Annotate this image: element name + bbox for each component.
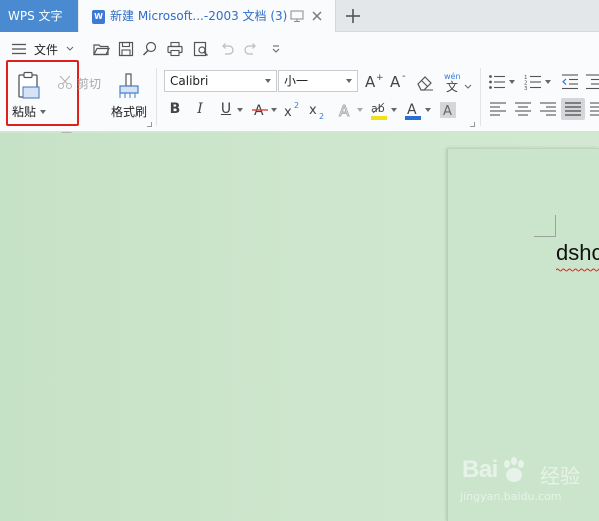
- underline-button[interactable]: U: [216, 99, 236, 119]
- font-size-select[interactable]: 小一: [278, 70, 358, 92]
- word-document-icon: W: [92, 10, 105, 24]
- tab-bar: WPS 文字 W 新建 Microsoft...-2003 文档 (3): [0, 0, 599, 32]
- align-right-icon[interactable]: [539, 101, 557, 117]
- font-name-select[interactable]: Calibri: [164, 70, 277, 92]
- justify-icon: [565, 102, 581, 116]
- paste-label[interactable]: 粘贴: [12, 103, 36, 120]
- strikethrough-icon[interactable]: A: [251, 100, 271, 120]
- monitor-icon[interactable]: [290, 10, 304, 22]
- svg-text:-: -: [402, 72, 406, 82]
- phonetic-guide-icon[interactable]: wén 文: [443, 71, 473, 93]
- ribbon-separator: [156, 68, 157, 126]
- find-icon[interactable]: [141, 40, 159, 58]
- redo-icon[interactable]: [242, 40, 260, 58]
- font-group-expander[interactable]: [470, 122, 475, 127]
- customize-quick-access-icon[interactable]: [267, 40, 285, 58]
- undo-icon[interactable]: [218, 40, 236, 58]
- format-painter-label[interactable]: 格式刷: [111, 103, 147, 120]
- font-color-icon[interactable]: A: [404, 99, 422, 121]
- spellcheck-underline: [556, 268, 599, 272]
- paste-clipboard-icon[interactable]: [14, 70, 42, 100]
- numbered-list-dropdown-arrow-icon[interactable]: [545, 80, 551, 84]
- save-icon[interactable]: [117, 40, 135, 58]
- highlight-dropdown-arrow-icon[interactable]: [391, 108, 397, 112]
- svg-text:A: A: [254, 103, 264, 119]
- svg-text:3: 3: [524, 86, 528, 91]
- align-center-icon[interactable]: [514, 101, 532, 117]
- decrease-indent-icon[interactable]: [561, 73, 579, 91]
- svg-text:A: A: [365, 73, 376, 90]
- cut-label[interactable]: 剪切: [77, 75, 101, 92]
- decrease-font-size-icon[interactable]: A -: [389, 72, 409, 90]
- font-name-value: Calibri: [170, 74, 209, 88]
- align-left-icon[interactable]: [489, 101, 507, 117]
- increase-indent-icon[interactable]: [585, 73, 599, 91]
- close-tab-icon[interactable]: [309, 8, 325, 24]
- file-menu-button[interactable]: 文件: [12, 39, 74, 59]
- superscript-icon[interactable]: x 2: [283, 100, 303, 120]
- underline-dropdown-arrow-icon[interactable]: [237, 108, 243, 112]
- bullet-list-dropdown-arrow-icon[interactable]: [509, 80, 515, 84]
- svg-text:x: x: [284, 105, 292, 120]
- svg-text:2: 2: [294, 101, 299, 110]
- open-folder-icon[interactable]: [92, 40, 110, 58]
- font-color-dropdown-arrow-icon[interactable]: [425, 108, 431, 112]
- watermark-url: jingyan.baidu.com: [460, 490, 562, 503]
- subscript-icon[interactable]: x 2: [308, 100, 328, 120]
- svg-text:A: A: [339, 102, 350, 120]
- baidu-jingyan-watermark: Bai 经验 jingyan.baidu.com: [440, 452, 590, 512]
- print-preview-icon[interactable]: [192, 40, 210, 58]
- watermark-brand: Bai: [462, 456, 498, 483]
- file-menu-label: 文件: [34, 42, 59, 57]
- svg-text:A: A: [443, 104, 452, 119]
- hamburger-menu-icon: [12, 43, 26, 55]
- new-tab-plus-icon[interactable]: [343, 6, 363, 26]
- strikethrough-dropdown-arrow-icon[interactable]: [271, 108, 277, 112]
- paw-logo-icon: [504, 457, 524, 482]
- character-shading-icon[interactable]: A: [438, 100, 458, 120]
- paste-dropdown-arrow-icon[interactable]: [40, 110, 46, 114]
- document-tab[interactable]: W 新建 Microsoft...-2003 文档 (3): [79, 0, 336, 32]
- chevron-down-icon: [346, 79, 352, 83]
- document-body-text[interactable]: dshc: [556, 240, 599, 266]
- italic-button[interactable]: I: [191, 99, 209, 119]
- svg-text:2: 2: [319, 112, 324, 120]
- document-tab-title: 新建 Microsoft...-2003 文档 (3): [110, 9, 288, 23]
- svg-text:文: 文: [446, 79, 458, 93]
- svg-text:A: A: [407, 102, 417, 118]
- increase-font-size-icon[interactable]: A +: [364, 72, 384, 90]
- app-tab-wps-writer[interactable]: WPS 文字: [0, 0, 78, 32]
- app-title: WPS 文字: [8, 9, 63, 23]
- scissors-icon[interactable]: [57, 74, 73, 90]
- numbered-list-icon[interactable]: 1 2 3: [524, 73, 542, 91]
- svg-text:x: x: [309, 103, 317, 118]
- watermark-product: 经验: [540, 464, 580, 488]
- font-size-value: 小一: [284, 74, 309, 88]
- distributed-align-icon[interactable]: [589, 101, 599, 117]
- svg-text:+: +: [376, 73, 384, 83]
- justify-button[interactable]: [561, 98, 585, 120]
- format-painter-brush-icon[interactable]: [117, 72, 141, 100]
- clipboard-group-expander[interactable]: [147, 122, 152, 127]
- chevron-down-icon: [265, 79, 271, 83]
- bold-button[interactable]: B: [166, 99, 184, 119]
- bullet-list-icon[interactable]: [488, 73, 506, 91]
- highlight-color-icon[interactable]: ab: [370, 99, 390, 121]
- chevron-down-icon: [66, 46, 74, 51]
- clear-formatting-eraser-icon[interactable]: [416, 73, 434, 91]
- text-effects-dropdown-arrow-icon[interactable]: [357, 108, 363, 112]
- ribbon-separator: [480, 68, 481, 126]
- page-margin-corner-mark: [534, 215, 556, 237]
- svg-text:A: A: [390, 73, 401, 90]
- ribbon-toolbar: 文件 粘贴 剪切 格式刷 Calibri 小一 A + A - wén 文 B …: [0, 32, 599, 148]
- print-icon[interactable]: [166, 40, 184, 58]
- text-effects-icon[interactable]: A: [337, 100, 357, 120]
